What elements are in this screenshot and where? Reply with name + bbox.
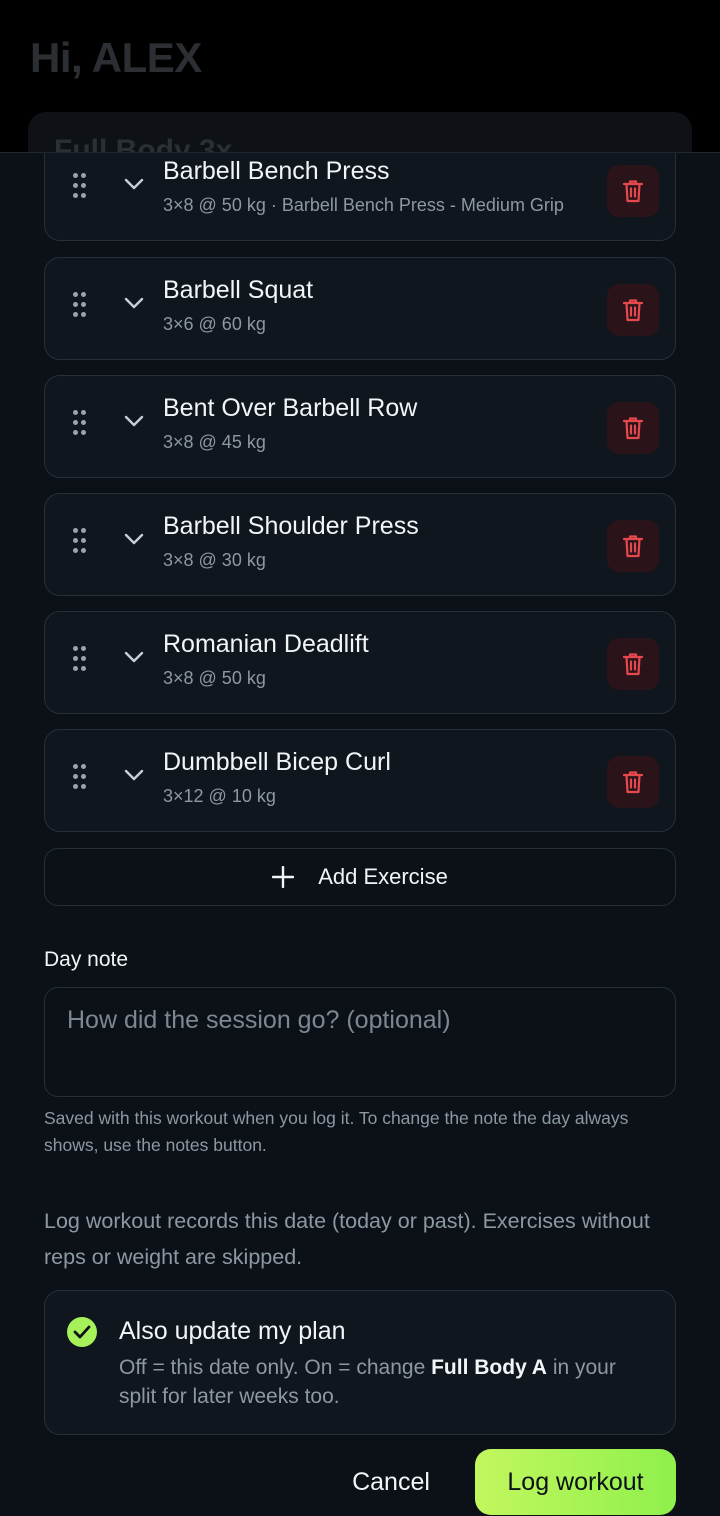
- update-plan-title: Also update my plan: [119, 1317, 346, 1345]
- day-note-help-text: Saved with this workout when you log it.…: [44, 1108, 629, 1155]
- add-exercise-button[interactable]: Add Exercise: [44, 848, 676, 906]
- chevron-down-icon[interactable]: [123, 296, 145, 310]
- add-exercise-label: Add Exercise: [318, 864, 448, 889]
- exercise-name: Romanian Deadlift: [163, 630, 369, 658]
- drag-handle-icon[interactable]: [73, 646, 87, 672]
- delete-exercise-button[interactable]: [607, 284, 659, 336]
- drag-handle-icon[interactable]: [73, 528, 87, 554]
- exercise-detail: 3×12 @ 10 kg: [163, 786, 276, 806]
- exercise-name: Bent Over Barbell Row: [163, 394, 418, 422]
- exercise-name: Barbell Bench Press: [163, 157, 390, 185]
- checkmark-icon[interactable]: [67, 1317, 97, 1347]
- drag-handle-icon[interactable]: [73, 173, 87, 199]
- exercise-card[interactable]: Barbell Bench Press 3×8 @ 50 kg · Barbel…: [44, 153, 676, 241]
- background-plan-card: Full Body 3x: [28, 112, 692, 152]
- exercise-name: Dumbbell Bicep Curl: [163, 748, 391, 776]
- trash-icon: [622, 535, 644, 558]
- chevron-down-icon[interactable]: [123, 532, 145, 546]
- delete-exercise-button[interactable]: [607, 638, 659, 690]
- exercise-name: Barbell Shoulder Press: [163, 512, 419, 540]
- drag-handle-icon[interactable]: [73, 410, 87, 436]
- exercise-card[interactable]: Bent Over Barbell Row 3×8 @ 45 kg: [44, 375, 676, 478]
- trash-icon: [622, 771, 644, 794]
- exercise-name: Barbell Squat: [163, 276, 314, 304]
- exercise-card[interactable]: Barbell Shoulder Press 3×8 @ 30 kg: [44, 493, 676, 596]
- exercise-detail: 3×6 @ 60 kg: [163, 314, 266, 334]
- drag-handle-icon[interactable]: [73, 292, 87, 318]
- greeting-text: Hi, ALEX: [30, 34, 202, 81]
- chevron-down-icon[interactable]: [123, 650, 145, 664]
- trash-icon: [622, 299, 644, 322]
- log-workout-button[interactable]: Log workout: [475, 1449, 676, 1515]
- chevron-down-icon[interactable]: [123, 768, 145, 782]
- plus-icon: [272, 866, 295, 888]
- delete-exercise-button[interactable]: [607, 165, 659, 217]
- cancel-button[interactable]: Cancel: [336, 1453, 446, 1511]
- delete-exercise-button[interactable]: [607, 402, 659, 454]
- update-plan-description: Off = this date only. On = change Full B…: [119, 1353, 649, 1411]
- day-note-field-container: [44, 987, 676, 1097]
- plan-day-name: Full Body A: [431, 1356, 547, 1379]
- chevron-down-icon[interactable]: [123, 414, 145, 428]
- trash-icon: [622, 417, 644, 440]
- update-plan-toggle[interactable]: Also update my plan Off = this date only…: [44, 1290, 676, 1435]
- exercise-card[interactable]: Dumbbell Bicep Curl 3×12 @ 10 kg: [44, 729, 676, 832]
- day-note-label: Day note: [44, 948, 129, 971]
- background-plan-title: Full Body 3x: [54, 134, 233, 152]
- delete-exercise-button[interactable]: [607, 756, 659, 808]
- exercise-detail: 3×8 @ 45 kg: [163, 432, 266, 452]
- day-note-input[interactable]: [67, 1006, 653, 1078]
- trash-icon: [622, 653, 644, 676]
- exercise-card[interactable]: Barbell Squat 3×6 @ 60 kg: [44, 257, 676, 360]
- exercise-detail: 3×8 @ 50 kg: [163, 668, 266, 688]
- background-screen: Hi, ALEX Full Body 3x: [0, 0, 720, 152]
- log-info-text: Log workout records this date (today or …: [44, 1209, 650, 1269]
- exercise-detail: 3×8 @ 30 kg: [163, 550, 266, 570]
- update-plan-desc-text: Off = this date only. On = change: [119, 1356, 432, 1379]
- exercise-card[interactable]: Romanian Deadlift 3×8 @ 50 kg: [44, 611, 676, 714]
- log-workout-sheet: Barbell Bench Press 3×8 @ 50 kg · Barbel…: [0, 152, 720, 1516]
- delete-exercise-button[interactable]: [607, 520, 659, 572]
- drag-handle-icon[interactable]: [73, 764, 87, 790]
- chevron-down-icon[interactable]: [123, 177, 145, 191]
- trash-icon: [622, 180, 644, 203]
- exercise-detail: 3×8 @ 50 kg · Barbell Bench Press - Medi…: [163, 195, 564, 215]
